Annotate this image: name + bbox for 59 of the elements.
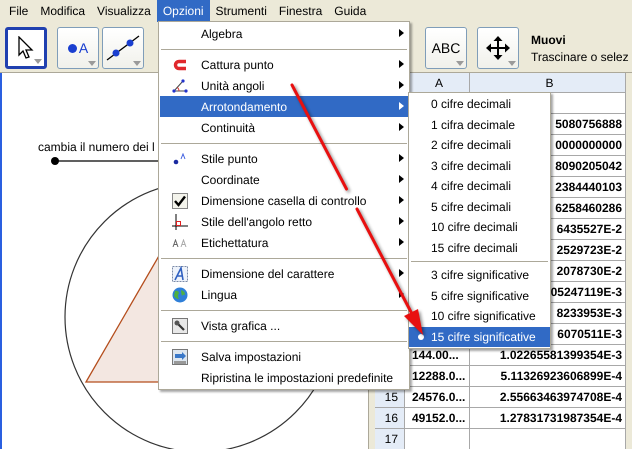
labeling-icon xyxy=(172,238,188,246)
dropdown-icon xyxy=(34,59,42,64)
menu-item[interactable]: Guida xyxy=(328,0,372,22)
dropdown-icon xyxy=(88,61,96,66)
tool-hint: Trascinare o selez xyxy=(531,49,629,66)
tool-button[interactable] xyxy=(102,27,144,69)
point-icon xyxy=(68,44,77,53)
menu-item[interactable]: Unità angoli xyxy=(160,75,408,96)
point-label: A xyxy=(78,40,88,56)
dropdown-icon xyxy=(508,61,516,66)
menu-item[interactable]: Modifica xyxy=(34,0,92,22)
table-cell: 2.55663463974708E-4 xyxy=(470,387,626,408)
tool-name: Muovi xyxy=(531,32,567,49)
menu-item[interactable]: Opzioni xyxy=(156,0,210,22)
slider-handle[interactable] xyxy=(51,157,59,165)
menu-item[interactable]: Dimensione casella di controllo xyxy=(160,190,408,211)
wrench-icon xyxy=(172,318,188,334)
menu-item[interactable]: Finestra xyxy=(272,0,328,22)
tool-button[interactable] xyxy=(5,27,47,69)
tool-label: ABC xyxy=(432,40,460,56)
table-cell: 5.11326923606899E-4 xyxy=(470,366,626,387)
menu-item[interactable]: Salva impostazioni xyxy=(160,346,408,367)
menu-item[interactable]: Ripristina le impostazioni predefinite xyxy=(160,367,408,388)
slider-caption: cambia il numero dei l xyxy=(38,140,155,154)
radio-bullet-icon xyxy=(418,334,424,340)
magnet-icon xyxy=(173,58,187,70)
globe-icon xyxy=(172,286,188,302)
menu-item[interactable]: Dimensione del carattere xyxy=(160,263,408,284)
cursor-icon xyxy=(17,36,35,60)
menu-item[interactable]: 0 cifre decimali xyxy=(409,94,550,114)
table-cell: 1.27831731987354E-4 xyxy=(470,408,626,429)
save-icon xyxy=(172,348,188,364)
submenu-arrow-icon xyxy=(399,60,404,68)
dropdown-icon xyxy=(133,61,141,66)
table-cell: 49152.0... xyxy=(405,408,470,429)
menu-item[interactable]: Algebra xyxy=(160,23,408,44)
right-angle-icon xyxy=(172,214,188,230)
menu-item[interactable]: 15 cifre significative xyxy=(409,326,550,347)
point-style-icon xyxy=(173,152,187,164)
angle-icon xyxy=(172,78,188,92)
menu-item[interactable]: Arrotondamento xyxy=(160,96,408,117)
tool-button[interactable]: ABC xyxy=(425,27,467,69)
row-number[interactable]: 17 xyxy=(375,429,405,449)
row-number[interactable]: 16 xyxy=(375,408,405,429)
submenu-arrow-icon xyxy=(399,29,404,37)
tool-button[interactable] xyxy=(477,27,519,69)
column-header[interactable]: B xyxy=(470,73,626,93)
menu-item[interactable]: Visualizza xyxy=(91,0,157,22)
menu-item[interactable]: Vista grafica ... xyxy=(160,315,408,336)
tool-button[interactable]: A xyxy=(57,27,99,69)
menu-item[interactable]: Cattura punto xyxy=(160,54,408,75)
move-icon xyxy=(486,36,510,60)
dropdown-icon xyxy=(456,61,464,66)
menu-item[interactable]: Strumenti xyxy=(210,0,273,22)
font-size-icon xyxy=(172,266,188,282)
menu-item[interactable]: Lingua xyxy=(160,284,408,305)
menu-item[interactable]: File xyxy=(3,0,34,22)
line-icon xyxy=(106,35,140,61)
checkbox-icon xyxy=(172,192,188,208)
